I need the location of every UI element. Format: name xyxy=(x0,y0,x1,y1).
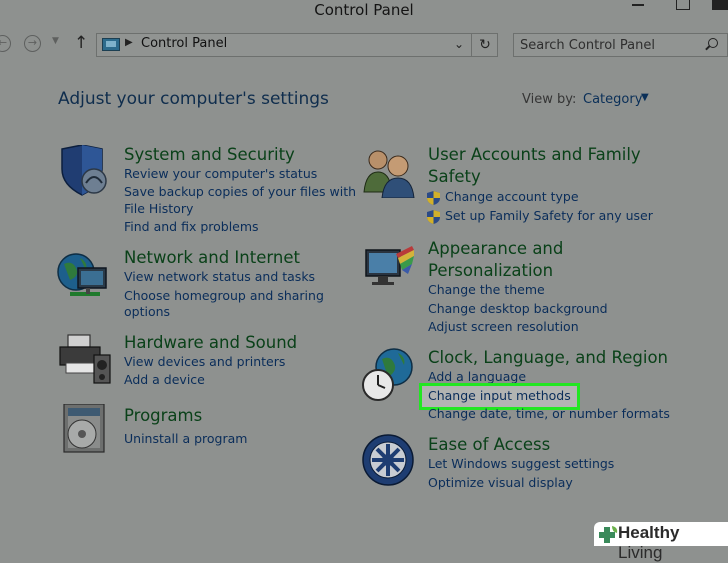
clock-globe-icon[interactable] xyxy=(360,347,418,403)
link-change-date-time-formats[interactable]: Change date, time, or number formats xyxy=(428,405,670,423)
breadcrumb-chevron-icon[interactable]: ▶ xyxy=(125,37,133,48)
category-title-ease-of-access[interactable]: Ease of Access xyxy=(428,434,550,456)
link-review-status[interactable]: Review your computer's status xyxy=(124,165,317,183)
link-family-safety[interactable]: Set up Family Safety for any user xyxy=(445,207,653,225)
up-arrow-icon[interactable]: ↑ xyxy=(74,33,88,53)
shield-icon[interactable] xyxy=(56,145,112,197)
recent-locations-chevron-icon[interactable]: ▼ xyxy=(52,36,59,46)
link-change-account-type[interactable]: Change account type xyxy=(445,188,579,206)
category-title-programs[interactable]: Programs xyxy=(124,405,202,427)
search-input[interactable] xyxy=(514,34,706,56)
link-homegroup-options[interactable]: options xyxy=(124,303,170,321)
refresh-icon[interactable]: ↻ xyxy=(471,34,498,56)
category-title-system-security[interactable]: System and Security xyxy=(124,144,295,166)
back-arrow-icon[interactable]: ← xyxy=(0,35,11,52)
plus-leaf-icon xyxy=(599,526,618,543)
category-title-user-accounts[interactable]: User Accounts and Family xyxy=(428,144,641,166)
category-title-clock-language[interactable]: Clock, Language, and Region xyxy=(428,347,668,369)
view-by-label: View by: xyxy=(522,92,577,107)
page-title: Adjust your computer's settings xyxy=(58,89,329,109)
minimize-button[interactable] xyxy=(632,0,644,6)
navigation-bar: ← → ▼ ↑ ▶ Control Panel ⌄ ↻ xyxy=(0,30,728,60)
category-title-user-accounts-line2[interactable]: Safety xyxy=(428,166,481,188)
uac-shield-icon xyxy=(427,210,440,224)
link-view-network-status[interactable]: View network status and tasks xyxy=(124,268,315,286)
link-find-fix-problems[interactable]: Find and fix problems xyxy=(124,218,259,236)
link-change-desktop-background[interactable]: Change desktop background xyxy=(428,300,608,318)
users-icon[interactable] xyxy=(362,146,418,198)
search-box[interactable] xyxy=(513,33,728,57)
maximize-button[interactable] xyxy=(676,0,690,10)
watermark-logo: Healthy Living xyxy=(594,522,728,562)
ease-of-access-icon[interactable] xyxy=(362,434,416,488)
view-by-dropdown[interactable]: Category xyxy=(583,92,642,107)
category-title-appearance[interactable]: Appearance and xyxy=(428,238,563,260)
title-bar: Control Panel xyxy=(0,0,728,28)
link-add-device[interactable]: Add a device xyxy=(124,371,205,389)
network-globe-icon[interactable] xyxy=(56,250,112,302)
link-save-backup[interactable]: Save backup copies of your files with xyxy=(124,183,356,201)
view-by-chevron-icon[interactable]: ▼ xyxy=(641,92,649,103)
link-view-devices-printers[interactable]: View devices and printers xyxy=(124,353,285,371)
link-change-input-methods[interactable]: Change input methods xyxy=(428,387,571,405)
link-change-theme[interactable]: Change the theme xyxy=(428,281,545,299)
category-title-appearance-line2[interactable]: Personalization xyxy=(428,260,553,282)
uac-shield-icon xyxy=(427,191,440,205)
printer-speaker-icon[interactable] xyxy=(58,333,112,385)
link-uninstall-program[interactable]: Uninstall a program xyxy=(124,430,247,448)
category-title-hardware-sound[interactable]: Hardware and Sound xyxy=(124,332,297,354)
window-title: Control Panel xyxy=(314,1,414,19)
search-icon[interactable] xyxy=(708,38,718,48)
programs-disc-icon[interactable] xyxy=(62,404,108,454)
watermark-text-bold: Healthy xyxy=(618,523,680,542)
control-panel-icon xyxy=(102,38,120,51)
link-windows-suggest-settings[interactable]: Let Windows suggest settings xyxy=(428,455,614,473)
link-adjust-screen-resolution[interactable]: Adjust screen resolution xyxy=(428,318,579,336)
watermark-text: Healthy Living xyxy=(618,523,728,563)
category-title-network-internet[interactable]: Network and Internet xyxy=(124,247,300,269)
address-bar[interactable]: ▶ Control Panel ⌄ ↻ xyxy=(96,33,498,57)
breadcrumb-control-panel[interactable]: Control Panel xyxy=(141,36,227,51)
close-button[interactable] xyxy=(712,0,728,10)
appearance-monitor-icon[interactable] xyxy=(362,244,418,296)
address-dropdown-chevron-icon[interactable]: ⌄ xyxy=(454,37,464,51)
forward-arrow-icon[interactable]: → xyxy=(24,35,41,52)
link-file-history[interactable]: File History xyxy=(124,200,193,218)
link-optimize-visual-display[interactable]: Optimize visual display xyxy=(428,474,573,492)
